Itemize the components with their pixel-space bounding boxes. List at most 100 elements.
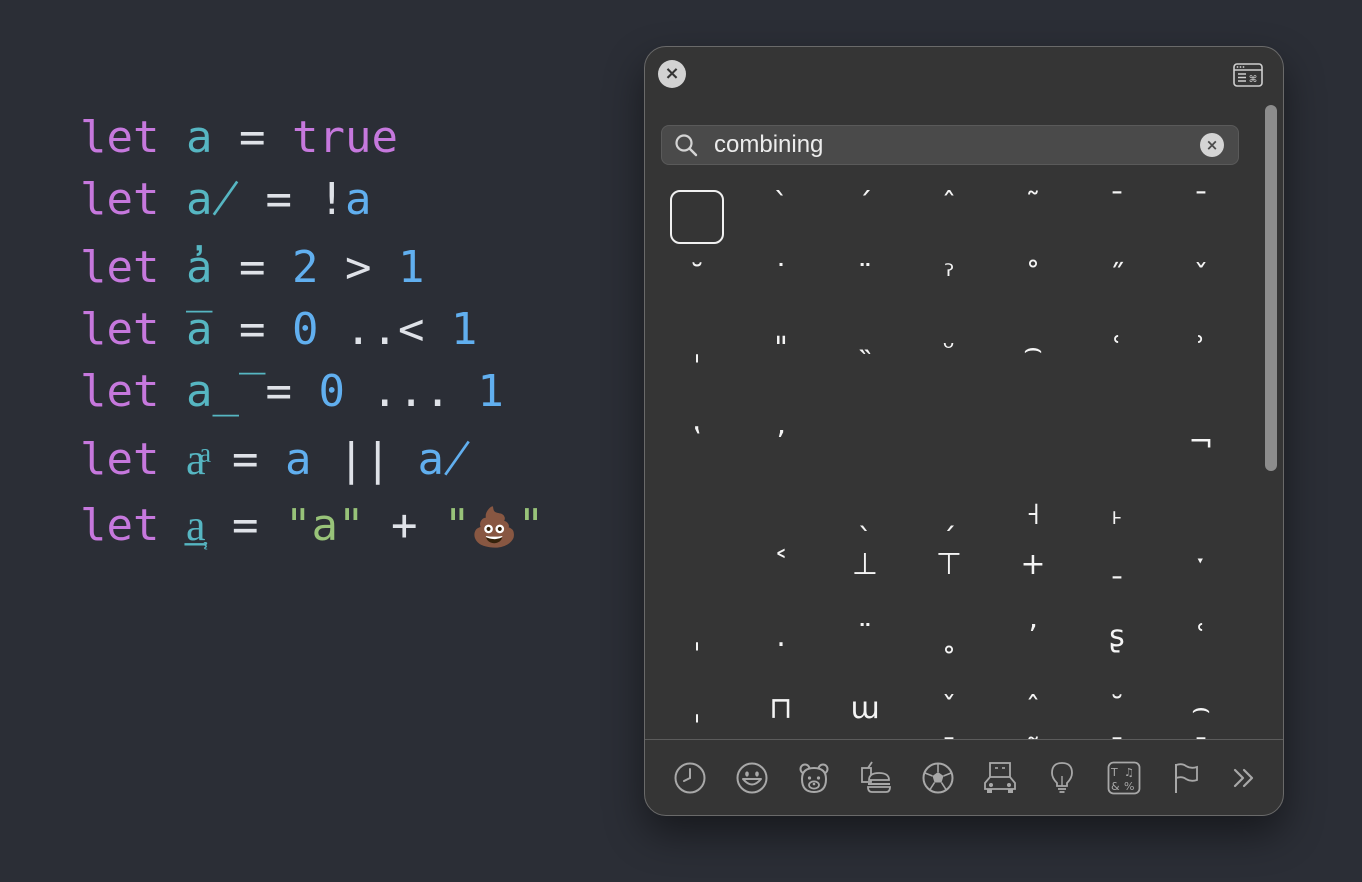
character-cell[interactable]: ˏ xyxy=(907,475,991,547)
character-cell[interactable]: ʿ xyxy=(1159,619,1243,691)
character-cell[interactable]: ˌ xyxy=(655,691,739,739)
character-cell[interactable]: + xyxy=(991,547,1075,619)
character-cell[interactable]: ˵ xyxy=(823,331,907,403)
clock-icon xyxy=(674,762,706,794)
character-cell[interactable]: ʿ xyxy=(1075,331,1159,403)
character-cell[interactable]: ˌ xyxy=(655,331,739,403)
character-cell[interactable]: ¬ xyxy=(1159,403,1243,475)
character-cell[interactable]: . xyxy=(739,619,823,691)
character-viewer-popover: × ⌘ × ˋ ˊ ˆ ˜ ˉ ˉ ˘ ˙ ¨ ˀ ˚ ˝ ˇ ˌ " ˵ ᵕ ⌢ ʿ ʾ ʽ ʼ ¬ ˎ ˏ ˧ ˫ ˂ ⊥ ⊤ + ˍ ˑ ˌ… xyxy=(644,46,1284,816)
code-token-num: 0 xyxy=(291,304,319,355)
code-token-bool: true xyxy=(291,112,398,163)
character-glyph: ⊥ xyxy=(851,547,879,582)
character-glyph: ˝ xyxy=(1109,259,1125,294)
character-cell[interactable] xyxy=(1075,403,1159,475)
character-cell[interactable]: ˳ xyxy=(907,619,991,691)
character-cell[interactable]: ˉ xyxy=(1075,187,1159,259)
character-cell[interactable]: ˘ xyxy=(655,259,739,331)
character-glyph: ʂ xyxy=(1109,619,1125,654)
category-symbols[interactable]: T ♫ & % xyxy=(1106,760,1142,796)
character-cell[interactable]: ʂ xyxy=(1075,619,1159,691)
category-travel-and-places[interactable] xyxy=(982,760,1018,796)
code-token-str: " xyxy=(443,500,471,551)
character-cell[interactable]: ˚ xyxy=(991,259,1075,331)
character-glyph: ˊ xyxy=(857,187,873,222)
character-cell[interactable]: ɯ xyxy=(823,691,907,739)
category-food-and-drink[interactable] xyxy=(858,760,894,796)
character-glyph: ˀ xyxy=(943,259,955,294)
character-cell[interactable]: ˇ xyxy=(907,691,991,739)
clear-search-button[interactable]: × xyxy=(1200,133,1224,157)
category-flags[interactable] xyxy=(1168,760,1204,796)
code-token-op: = xyxy=(212,304,292,355)
character-cell[interactable] xyxy=(823,403,907,475)
character-cell[interactable]: ˎ xyxy=(823,475,907,547)
selection-highlight xyxy=(670,190,724,244)
character-glyph: ˚ xyxy=(1025,259,1041,294)
code-token-num: 1 xyxy=(450,304,478,355)
character-cell[interactable]: ˋ xyxy=(739,187,823,259)
double-chevron-right-icon xyxy=(1233,768,1254,788)
search-input[interactable] xyxy=(714,126,1184,164)
character-cell[interactable]: ⊤ xyxy=(907,547,991,619)
code-token-op: = xyxy=(238,366,319,417)
character-glyph: ˉ xyxy=(1193,187,1209,222)
character-cell[interactable] xyxy=(907,403,991,475)
character-cell[interactable]: ˆ xyxy=(907,187,991,259)
character-cell[interactable]: ʽ xyxy=(655,403,739,475)
character-cell[interactable]: ˑ xyxy=(1159,547,1243,619)
scrollbar-thumb[interactable] xyxy=(1265,105,1277,471)
category-objects[interactable] xyxy=(1044,760,1080,796)
category-more[interactable] xyxy=(1227,760,1263,796)
character-grid: ˋ ˊ ˆ ˜ ˉ ˉ ˘ ˙ ¨ ˀ ˚ ˝ ˇ ˌ " ˵ ᵕ ⌢ ʿ ʾ ʽ ʼ ¬ ˎ ˏ ˧ ˫ ˂ ⊥ ⊤ + ˍ ˑ ˌ. ¨ ˳ ʼ ʂ ʿ… xyxy=(655,187,1243,739)
character-cell[interactable] xyxy=(655,475,739,547)
character-cell[interactable] xyxy=(739,475,823,547)
character-cell[interactable]: ˧ xyxy=(991,475,1075,547)
scrollbar[interactable] xyxy=(1265,105,1277,737)
burger-icon xyxy=(861,761,891,793)
show-character-viewer-pane-button[interactable]: ⌘ xyxy=(1233,63,1263,87)
search-field[interactable]: × xyxy=(661,125,1239,165)
character-cell[interactable]: ˉ xyxy=(1159,187,1243,259)
character-cell[interactable]: ˂ xyxy=(739,547,823,619)
character-cell[interactable]: ⊥ xyxy=(823,547,907,619)
character-cell[interactable]: ⊓ xyxy=(739,691,823,739)
code-token-op xyxy=(159,366,186,417)
character-glyph: ¨ xyxy=(857,619,873,654)
character-cell[interactable] xyxy=(655,187,739,259)
character-cell[interactable]: ˫ xyxy=(1075,475,1159,547)
character-cell[interactable]: ʼ xyxy=(739,403,823,475)
code-token-var: a xyxy=(285,434,312,485)
svg-text:♫: ♫ xyxy=(1124,766,1134,779)
category-activity[interactable] xyxy=(920,760,956,796)
character-cell[interactable]: ʾ xyxy=(1159,331,1243,403)
character-cell[interactable] xyxy=(1159,475,1243,547)
character-cell[interactable]: ˜ xyxy=(991,187,1075,259)
svg-text:T: T xyxy=(1110,766,1118,779)
character-cell[interactable]: ¨ xyxy=(823,619,907,691)
character-cell[interactable]: ˙ xyxy=(739,259,823,331)
code-token-str: " xyxy=(517,500,545,551)
character-cell[interactable] xyxy=(655,547,739,619)
character-cell[interactable]: ˍ xyxy=(1075,547,1159,619)
code-token-kw: let xyxy=(80,434,160,485)
character-cell[interactable]: ˘ xyxy=(1075,691,1159,739)
code-token-op: > xyxy=(318,242,398,293)
character-cell[interactable]: ˌ xyxy=(655,619,739,691)
character-cell[interactable]: ˝ xyxy=(1075,259,1159,331)
character-cell[interactable]: ⌢ xyxy=(1159,691,1243,739)
close-button[interactable]: × xyxy=(658,60,686,88)
character-cell[interactable]: ˆ xyxy=(991,691,1075,739)
character-cell[interactable]: ¨ xyxy=(823,259,907,331)
category-recents[interactable] xyxy=(672,760,708,796)
character-cell[interactable]: ⌢ xyxy=(991,331,1075,403)
character-cell[interactable]: ˊ xyxy=(823,187,907,259)
character-cell[interactable]: ˇ xyxy=(1159,259,1243,331)
character-cell[interactable]: ʼ xyxy=(991,619,1075,691)
character-cell[interactable]: ˀ xyxy=(907,259,991,331)
character-cell[interactable]: ᵕ xyxy=(907,331,991,403)
character-cell[interactable]: " xyxy=(739,331,823,403)
category-animals-and-nature[interactable] xyxy=(796,760,832,796)
category-smileys-and-people[interactable] xyxy=(734,760,770,796)
character-cell[interactable] xyxy=(991,403,1075,475)
